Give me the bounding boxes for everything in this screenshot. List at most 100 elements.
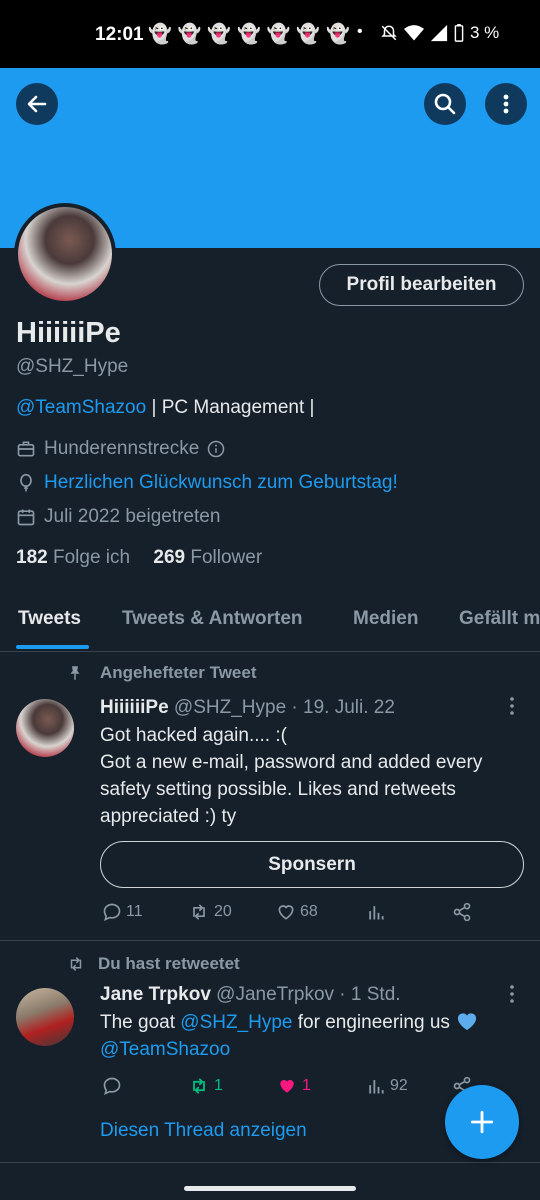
reply-button[interactable] — [102, 1076, 122, 1096]
follow-stats: 182 Folge ich 269 Follower — [16, 547, 262, 569]
tweet-author-name[interactable]: HiiiiiiPe — [100, 697, 169, 718]
snapchat-icon: 👻 — [326, 24, 350, 45]
snapchat-icon: 👻 — [296, 24, 321, 45]
analytics-icon — [369, 906, 384, 920]
signal-icon — [430, 24, 448, 42]
tab-likes[interactable]: Gefällt mir — [459, 608, 540, 630]
more-vertical-icon — [510, 697, 514, 715]
bio-text: | PC Management | — [146, 397, 315, 418]
profile-job: Hunderennstrecke — [16, 438, 225, 460]
snapchat-icon: 👻 — [207, 24, 232, 45]
retweet-icon — [193, 1078, 205, 1094]
tweet-author-name[interactable]: Jane Trpkov — [100, 984, 211, 1005]
tweet-actions: 11 20 68 — [100, 902, 480, 930]
retweet-button[interactable]: 20 — [188, 902, 232, 922]
status-time: 12:01 — [95, 24, 144, 45]
tweet-text-line1: Got hacked again.... :( — [100, 725, 287, 746]
pin-icon — [70, 666, 80, 680]
compose-tweet-button[interactable] — [445, 1085, 519, 1159]
profile-name: HiiiiiiPe — [16, 317, 121, 349]
mention-link[interactable]: @TeamShazoo — [100, 1039, 230, 1060]
tweet-more-button[interactable] — [505, 983, 519, 1011]
tweet-text-part: The goat — [100, 1012, 181, 1033]
briefcase-icon — [17, 441, 35, 457]
retweet-icon — [193, 904, 205, 920]
reply-icon — [103, 903, 121, 921]
heart-icon — [278, 905, 294, 920]
avatar-image — [18, 207, 112, 301]
tweet-text: The goat @SHZ_Hype for engineering us @T… — [100, 1009, 530, 1063]
tweet-avatar[interactable] — [16, 988, 74, 1046]
tweet-text: Got hacked again.... :( Got a new e-mail… — [100, 722, 530, 830]
reply-icon — [103, 1077, 121, 1095]
like-button[interactable]: 68 — [276, 902, 318, 922]
like-button[interactable]: 1 — [276, 1076, 311, 1096]
show-thread-link[interactable]: Diesen Thread anzeigen — [100, 1120, 307, 1142]
following-link[interactable]: 182 Folge ich — [16, 547, 130, 568]
tweet-divider — [0, 940, 540, 941]
tab-tweets-replies[interactable]: Tweets & Antworten — [122, 608, 303, 630]
back-arrow-icon — [27, 95, 47, 113]
analytics-button[interactable]: 92 — [366, 1076, 408, 1096]
active-tab-indicator — [16, 645, 89, 649]
snapchat-icon: 👻 — [237, 24, 261, 45]
profile-joined: Juli 2022 beigetreten — [16, 506, 220, 528]
retweet-icon — [70, 957, 82, 971]
retweeted-label: Du hast retweetet — [66, 954, 240, 974]
heart-filled-icon — [280, 1080, 294, 1093]
share-icon — [453, 902, 471, 922]
analytics-button[interactable] — [366, 902, 386, 922]
followers-link[interactable]: 269 Follower — [153, 547, 262, 568]
view-count: 92 — [390, 1077, 408, 1094]
birthday-text[interactable]: Herzlichen Glückwunsch zum Geburtstag! — [44, 472, 398, 494]
tweet-avatar[interactable] — [16, 699, 74, 757]
tweet-handle-date: @SHZ_Hype · 19. Juli. 22 — [173, 697, 395, 718]
analytics-icon — [369, 1080, 384, 1094]
status-bar: 12:01 👻 👻 👻 👻 👻 👻 👻 • 3 % — [0, 0, 540, 68]
snapchat-icon: 👻 — [148, 24, 172, 45]
balloon-icon — [20, 473, 32, 492]
like-count: 68 — [300, 903, 318, 920]
tweet-divider — [0, 1162, 540, 1163]
retweet-button[interactable]: 1 — [188, 1076, 223, 1096]
share-button[interactable] — [452, 902, 472, 922]
tab-media[interactable]: Medien — [353, 608, 418, 630]
search-icon — [434, 93, 456, 115]
notification-icons: 👻 👻 👻 👻 👻 👻 👻 — [148, 22, 350, 46]
snapchat-icon: 👻 — [266, 24, 291, 45]
like-count: 1 — [302, 1077, 311, 1094]
calendar-icon — [17, 509, 35, 526]
tab-tweets[interactable]: Tweets — [18, 608, 81, 630]
tweet-text-part: for engineering us — [292, 1012, 456, 1033]
blue-heart-icon — [458, 1013, 477, 1031]
more-notifications-dot: • — [357, 23, 363, 40]
wifi-icon — [404, 25, 424, 41]
tweet-more-button[interactable] — [505, 695, 519, 723]
gesture-navigation-bar[interactable] — [184, 1186, 356, 1191]
back-button[interactable] — [16, 83, 58, 125]
followers-label: Follower — [190, 547, 263, 568]
info-icon[interactable] — [207, 440, 225, 458]
pinned-label-text: Angehefteter Tweet — [100, 663, 257, 682]
profile-handle: @SHZ_Hype — [16, 356, 129, 377]
reply-button[interactable]: 11 — [102, 902, 143, 922]
search-button[interactable] — [424, 83, 466, 125]
bio-mention-link[interactable]: @TeamShazoo — [16, 397, 146, 418]
pinned-label: Angehefteter Tweet — [66, 663, 257, 683]
system-icons: 3 % — [380, 23, 499, 43]
profile-birthday: Herzlichen Glückwunsch zum Geburtstag! — [16, 472, 398, 494]
mention-link[interactable]: @SHZ_Hype — [180, 1012, 292, 1033]
tweet-header: Jane Trpkov @JaneTrpkov · 1 Std. — [100, 984, 401, 1006]
retweet-count: 20 — [214, 903, 232, 920]
edit-profile-button[interactable]: Profil bearbeiten — [319, 264, 524, 306]
joined-text: Juli 2022 beigetreten — [44, 506, 221, 527]
profile-bio: @TeamShazoo | PC Management | — [16, 397, 315, 419]
more-options-button[interactable] — [485, 83, 527, 125]
tweet-header: HiiiiiiPe @SHZ_Hype · 19. Juli. 22 — [100, 697, 395, 719]
battery-icon — [454, 24, 464, 42]
mute-icon — [381, 25, 397, 41]
battery-percent: 3 % — [470, 23, 500, 42]
following-count: 182 — [16, 547, 48, 568]
sponsor-button[interactable]: Sponsern — [100, 841, 524, 888]
profile-avatar[interactable] — [14, 203, 116, 305]
